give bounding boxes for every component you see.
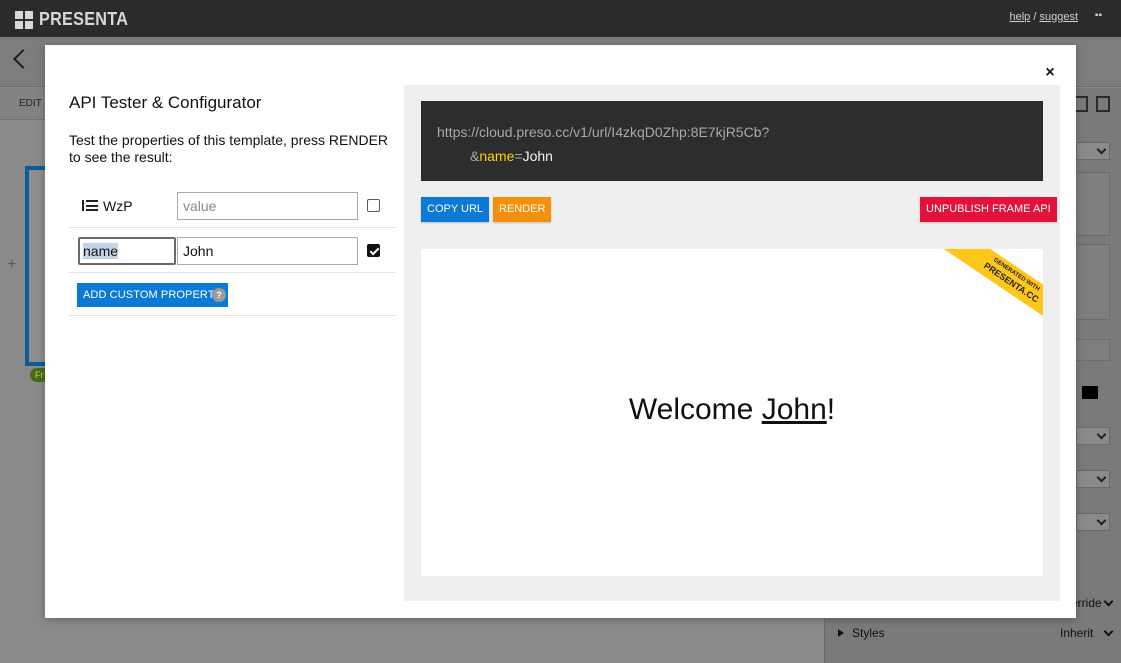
close-button[interactable]: × <box>1041 64 1059 82</box>
welcome-text: Welcome John! <box>421 393 1043 427</box>
app-logo: PRESENTA <box>15 9 138 30</box>
panel-field[interactable] <box>1076 172 1110 236</box>
param-amp: & <box>470 148 480 164</box>
url-param: &name=John <box>437 144 1027 168</box>
property-enabled-checkbox[interactable] <box>367 244 380 257</box>
help-icon[interactable]: ? <box>212 288 226 302</box>
property-label: WzP <box>82 198 133 214</box>
panel-select[interactable] <box>1076 427 1110 445</box>
welcome-prefix: Welcome <box>628 393 762 426</box>
edit-label[interactable]: EDIT I <box>19 98 47 109</box>
slide-thumbnail[interactable] <box>25 166 47 366</box>
chevron-down-icon <box>1096 472 1107 483</box>
properties-column: API Tester & Configurator Test the prope… <box>69 88 396 165</box>
property-key-input[interactable]: name <box>78 237 176 265</box>
property-enabled-checkbox[interactable] <box>367 199 380 212</box>
layout-icons <box>1074 96 1110 112</box>
chevron-down-icon <box>1096 429 1107 440</box>
top-links: help / suggest <box>1009 11 1078 23</box>
panel-textarea[interactable] <box>1076 244 1110 320</box>
url-base: https://cloud.preso.cc/v1/url/I4zkqD0Zhp… <box>437 124 770 140</box>
property-row: name <box>69 229 396 273</box>
chevron-down-icon <box>1096 515 1107 526</box>
styles-label: Styles <box>852 626 885 640</box>
add-slide-icon[interactable]: + <box>7 256 16 274</box>
top-bar: PRESENTA help / suggest ▪▪ <box>0 0 1121 37</box>
grid-logo-icon <box>15 10 33 29</box>
property-row: WzP <box>69 184 396 228</box>
add-property-row: ADD CUSTOM PROPERTY ? <box>69 273 396 316</box>
styles-value[interactable]: Inherit <box>1060 626 1093 640</box>
welcome-suffix: ! <box>826 393 836 426</box>
ribbon-small-text: GENERATED WITH <box>992 257 1041 293</box>
property-name: WzP <box>103 198 133 214</box>
api-url-box[interactable]: https://cloud.preso.cc/v1/url/I4zkqD0Zhp… <box>421 101 1043 181</box>
color-swatch[interactable] <box>1082 386 1098 399</box>
bottom-panel <box>824 617 1121 663</box>
property-value-input[interactable] <box>177 192 358 220</box>
chevron-down-icon <box>1096 144 1107 155</box>
copy-url-button[interactable]: COPY URL <box>421 197 490 222</box>
modal-title: API Tester & Configurator <box>69 93 262 112</box>
param-key: name <box>479 148 515 164</box>
text-list-icon <box>82 200 98 212</box>
suggest-link[interactable]: suggest <box>1039 11 1078 23</box>
param-value: John <box>522 148 553 164</box>
panel-select[interactable] <box>1076 142 1110 160</box>
modal-description: Test the properties of this template, pr… <box>69 132 389 165</box>
render-preview: GENERATED WITH PRESENTA.CC Welcome John! <box>421 249 1043 576</box>
property-value-input[interactable] <box>177 237 358 265</box>
param-eq: = <box>514 148 523 164</box>
unpublish-frame-api-button[interactable]: UNPUBLISH FRAME API <box>920 197 1057 222</box>
panel-select[interactable] <box>1076 470 1110 488</box>
app-name: PRESENTA <box>39 9 129 29</box>
welcome-name: John <box>761 393 827 426</box>
render-button[interactable]: RENDER <box>493 197 552 222</box>
add-custom-property-button[interactable]: ADD CUSTOM PROPERTY <box>77 283 229 307</box>
single-layout-icon[interactable] <box>1096 96 1110 112</box>
split-layout-icon[interactable] <box>1074 96 1088 112</box>
presenta-ribbon: GENERATED WITH PRESENTA.CC <box>939 249 1043 336</box>
styles-row[interactable]: Styles <box>838 626 885 640</box>
expand-triangle-icon <box>838 629 844 637</box>
help-link[interactable]: help <box>1009 11 1030 23</box>
panel-select[interactable] <box>1076 513 1110 531</box>
menu-dots-icon[interactable]: ▪▪ <box>1095 10 1102 21</box>
link-separator: / <box>1033 11 1037 23</box>
panel-input[interactable] <box>1076 339 1110 361</box>
property-key-text: name <box>83 243 119 259</box>
